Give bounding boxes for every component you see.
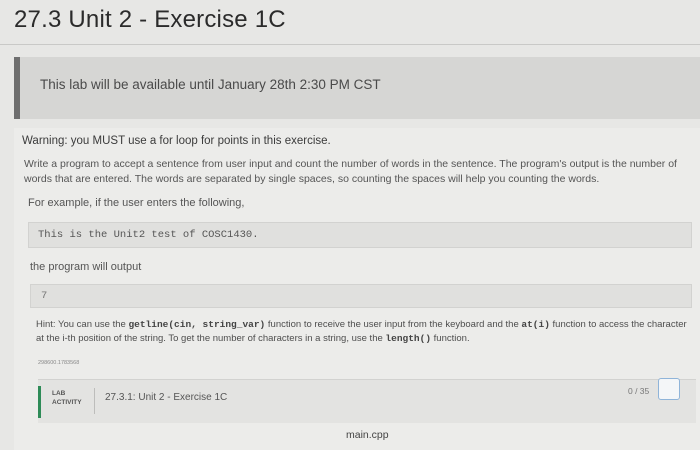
lab-label-line2: ACTIVITY xyxy=(52,399,82,406)
example-intro: For example, if the user enters the foll… xyxy=(28,197,245,209)
example-output-text: 7 xyxy=(41,290,48,302)
lab-label-line1: LAB xyxy=(52,390,66,397)
lab-activity-title: 27.3.1: Unit 2 - Exercise 1C xyxy=(105,392,228,403)
lab-divider xyxy=(94,388,95,414)
warning-text: Warning: you MUST use a for loop for poi… xyxy=(22,135,331,147)
tracking-id: 298600.1783568 xyxy=(38,360,80,366)
lab-activity-label: LAB ACTIVITY xyxy=(52,389,82,407)
availability-notice-text: This lab will be available until January… xyxy=(40,77,381,92)
availability-notice: This lab will be available until January… xyxy=(14,57,700,119)
example-input-text: This is the Unit2 test of COSC1430. xyxy=(38,229,259,241)
output-intro: the program will output xyxy=(30,261,142,273)
lab-accent-bar xyxy=(38,386,41,418)
title-divider xyxy=(0,44,700,45)
hint-code-length: length() xyxy=(385,333,432,344)
score-checkbox[interactable] xyxy=(658,378,680,400)
hint-lead: Hint: You can use the xyxy=(36,319,129,330)
lab-activity-header[interactable]: LAB ACTIVITY 27.3.1: Unit 2 - Exercise 1… xyxy=(38,378,696,423)
hint-mid-1: function to receive the user input from … xyxy=(265,319,522,330)
hint-code-at: at(i) xyxy=(521,319,550,330)
hint-tail: function. xyxy=(431,333,470,344)
score-text: 0 / 35 xyxy=(628,386,650,396)
example-input-box: This is the Unit2 test of COSC1430. xyxy=(28,222,692,248)
exercise-description: Write a program to accept a sentence fro… xyxy=(24,158,677,185)
hint-code-getline: getline(cin, string_var) xyxy=(128,319,266,330)
file-tab-main-cpp[interactable]: main.cpp xyxy=(346,429,389,441)
example-output-box: 7 xyxy=(30,284,692,308)
hint-text: Hint: You can use the getline(cin, strin… xyxy=(36,318,696,346)
page-title: 27.3 Unit 2 - Exercise 1C xyxy=(14,6,286,33)
